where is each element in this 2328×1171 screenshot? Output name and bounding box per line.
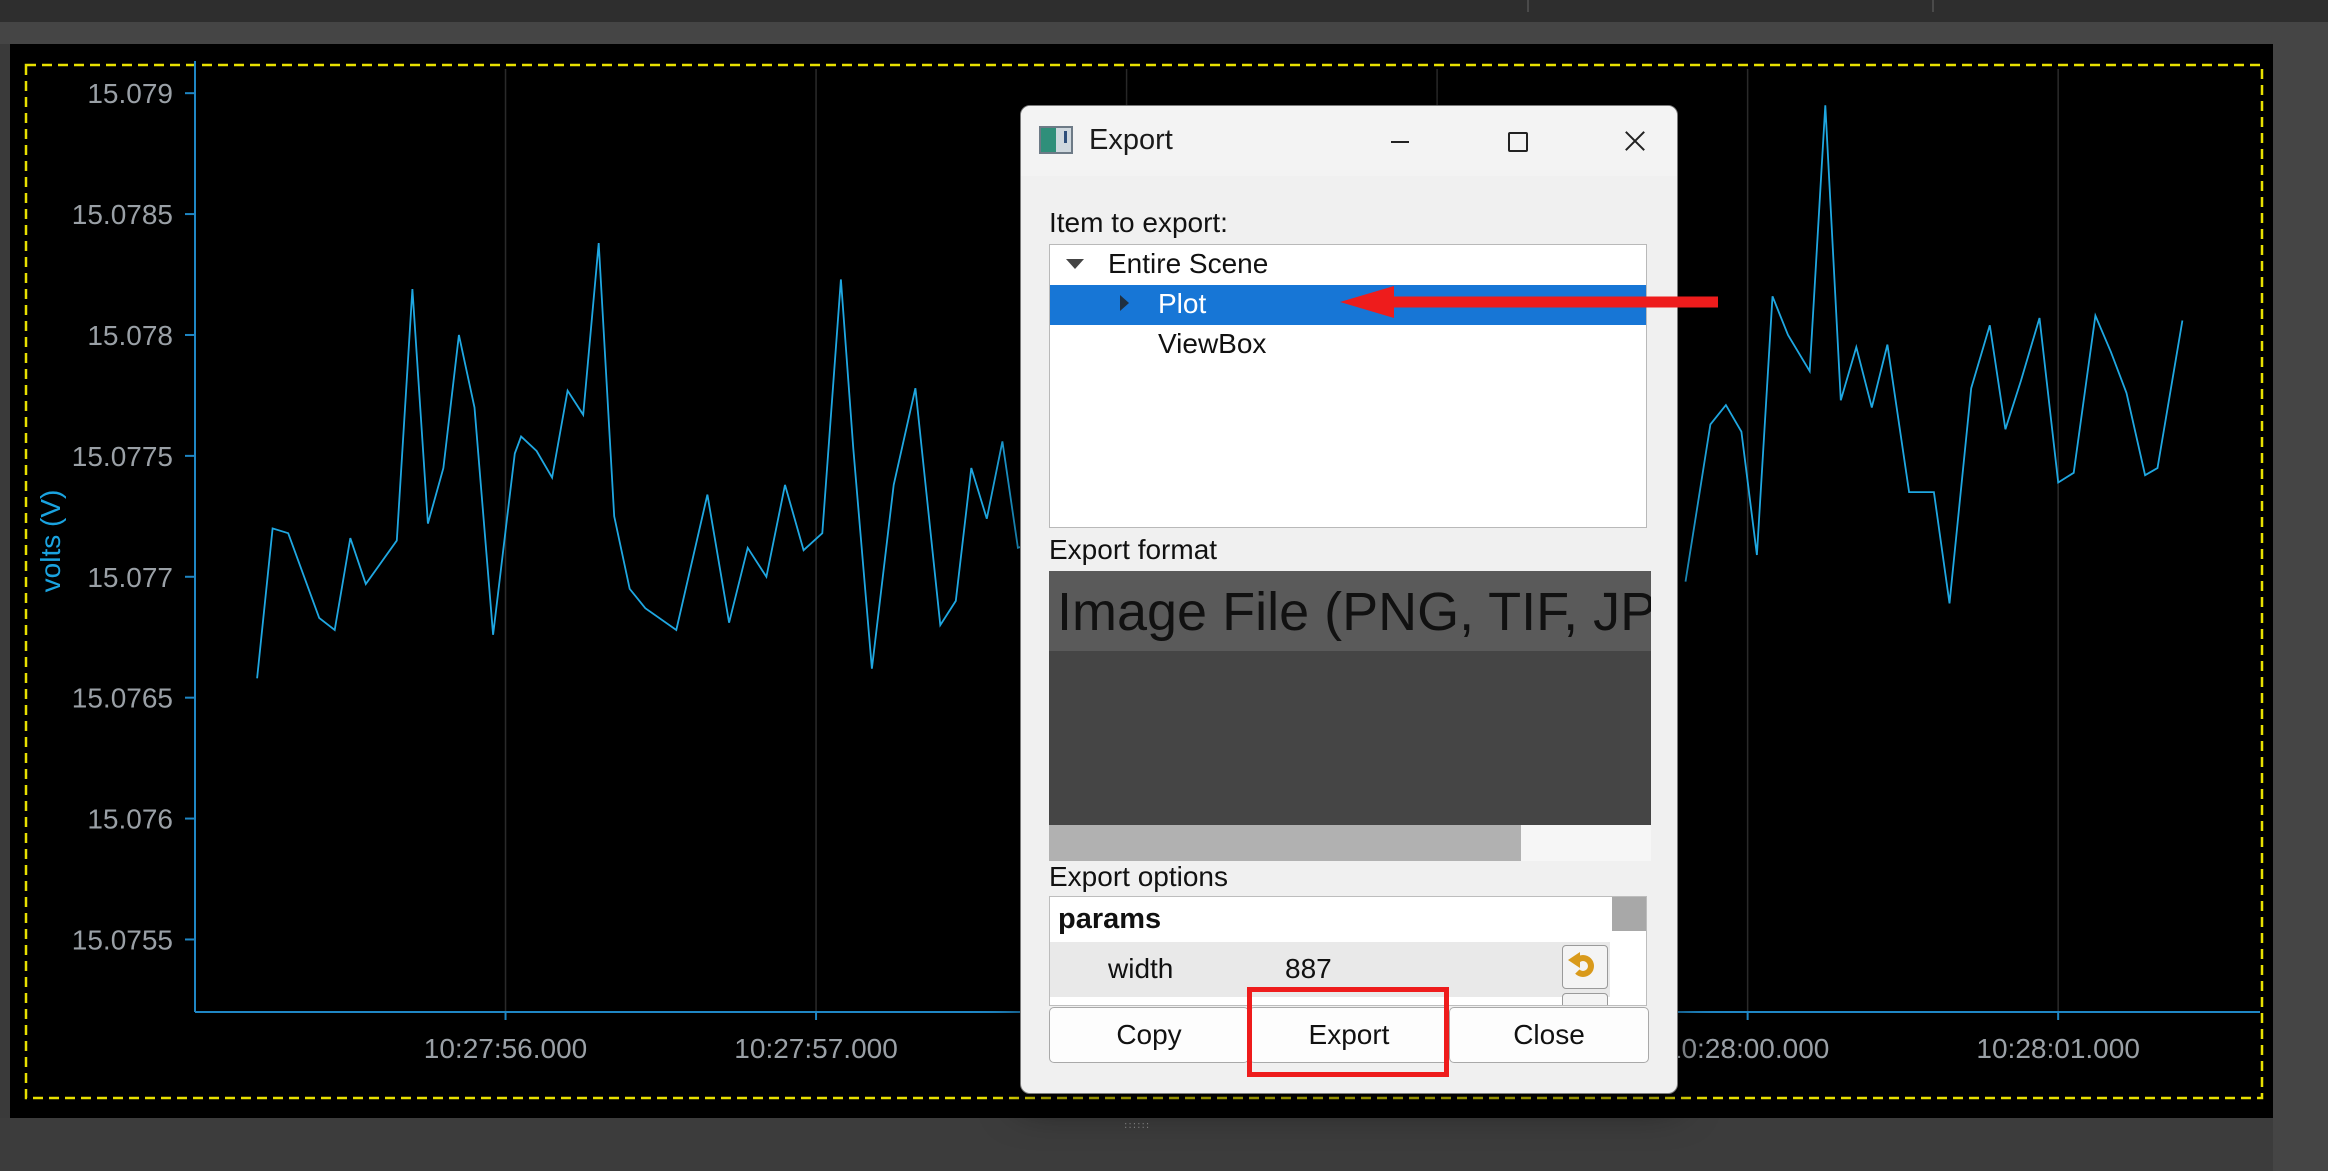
close-button[interactable]: Close [1449, 1007, 1649, 1063]
export-options-label: Export options [1049, 861, 1228, 892]
collapse-arrow-icon[interactable] [1120, 295, 1129, 311]
tree-item-viewbox[interactable]: ViewBox [1050, 325, 1646, 365]
dialog-titlebar[interactable]: Export [1021, 106, 1677, 176]
toolbar-separator [1932, 0, 1934, 12]
minimize-icon[interactable] [1369, 118, 1429, 164]
annotation-arrow [1340, 286, 1718, 318]
y-tick-label: 15.0785 [72, 199, 173, 230]
y-tick-label: 15.077 [87, 562, 173, 593]
toolbar-separator [1527, 0, 1529, 12]
dialog-title: Export [1089, 124, 1173, 156]
export-format-label: Export format [1049, 534, 1218, 565]
series-line-2 [1684, 105, 2184, 604]
x-tick-label: 10:28:01.000 [1976, 1033, 2140, 1064]
maximize-icon[interactable] [1487, 118, 1547, 164]
y-tick-label: 15.0755 [72, 924, 173, 955]
scrollbar-thumb[interactable] [1049, 825, 1521, 861]
export-format-list[interactable]: Image File (PNG, TIF, JPG, ...) [1049, 571, 1651, 825]
options-scrollbar-thumb[interactable] [1612, 897, 1646, 931]
y-tick-label: 15.078 [87, 320, 173, 351]
window-frame-right [2273, 22, 2328, 1171]
window-frame-top [0, 22, 2300, 44]
close-icon[interactable] [1604, 118, 1664, 164]
y-tick-label: 15.0765 [72, 683, 173, 714]
width-value-field[interactable]: 887 [1285, 953, 1332, 985]
tree-item-label: Plot [1158, 288, 1207, 319]
x-tick-label: 10:27:57.000 [734, 1033, 898, 1064]
tree-item-entire-scene[interactable]: Entire Scene [1050, 245, 1646, 285]
reset-default-icon[interactable] [1562, 993, 1608, 1005]
tree-item-label: Entire Scene [1108, 248, 1269, 279]
series-line-1 [256, 243, 1040, 679]
params-group-label: params [1058, 903, 1162, 935]
x-tick-label: 10:28:00.000 [1666, 1033, 1830, 1064]
y-axis-label: volts (V) [35, 490, 66, 593]
resize-grip[interactable]: :::::: [1124, 1120, 1150, 1131]
y-tick-label: 15.0775 [72, 441, 173, 472]
option-name: width [1108, 953, 1174, 984]
reset-default-icon[interactable] [1562, 945, 1608, 989]
pyqtgraph-window-icon [1039, 126, 1073, 154]
y-tick-label: 15.076 [87, 804, 173, 835]
format-horizontal-scrollbar[interactable] [1049, 825, 1651, 861]
format-item-image-file[interactable]: Image File (PNG, TIF, JPG, ...) [1049, 571, 1651, 651]
top-toolbar [0, 0, 2328, 22]
export-dialog: Export Item to export: Entire Scene Plot… [1020, 105, 1678, 1094]
format-item-label: Image File (PNG, TIF, JPG, ...) [1057, 582, 1651, 642]
export-button-highlight [1247, 987, 1449, 1077]
y-tick-label: 15.079 [87, 78, 173, 109]
tree-item-label: ViewBox [1158, 328, 1267, 359]
copy-button[interactable]: Copy [1049, 1007, 1249, 1063]
x-tick-label: 10:27:56.000 [424, 1033, 588, 1064]
item-to-export-label: Item to export: [1049, 207, 1228, 238]
expand-arrow-icon[interactable] [1066, 259, 1084, 269]
